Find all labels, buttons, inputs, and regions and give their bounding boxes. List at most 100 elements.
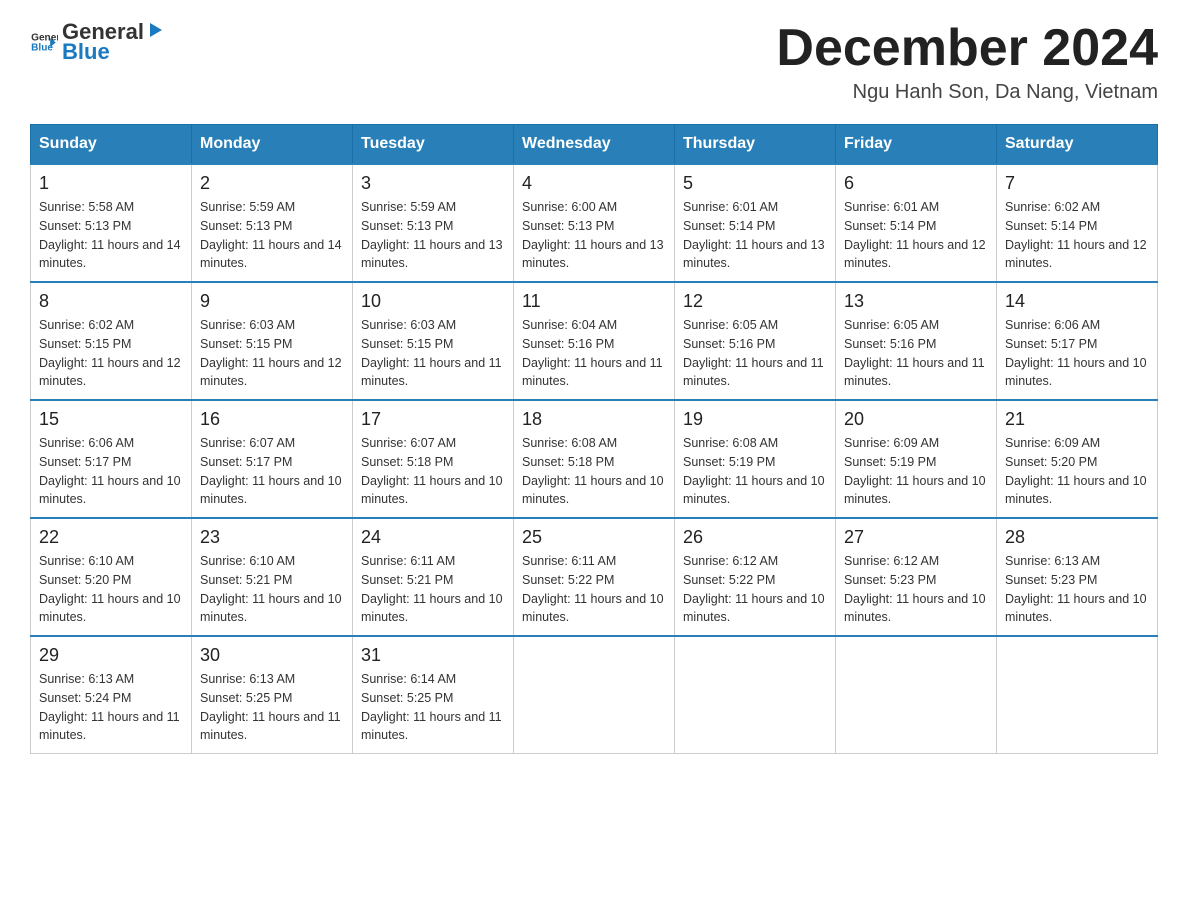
- day-info: Sunrise: 6:11 AMSunset: 5:21 PMDaylight:…: [361, 552, 505, 627]
- col-header-wednesday: Wednesday: [514, 125, 675, 165]
- logo-icon: General Blue: [30, 28, 58, 56]
- calendar-header: SundayMondayTuesdayWednesdayThursdayFrid…: [31, 125, 1158, 165]
- day-number: 4: [522, 173, 666, 194]
- day-info: Sunrise: 6:00 AMSunset: 5:13 PMDaylight:…: [522, 198, 666, 273]
- day-cell: 3 Sunrise: 5:59 AMSunset: 5:13 PMDayligh…: [353, 164, 514, 282]
- week-row-5: 29 Sunrise: 6:13 AMSunset: 5:24 PMDaylig…: [31, 636, 1158, 754]
- calendar-body: 1 Sunrise: 5:58 AMSunset: 5:13 PMDayligh…: [31, 164, 1158, 754]
- day-cell: 7 Sunrise: 6:02 AMSunset: 5:14 PMDayligh…: [997, 164, 1158, 282]
- day-info: Sunrise: 6:09 AMSunset: 5:20 PMDaylight:…: [1005, 434, 1149, 509]
- day-info: Sunrise: 6:05 AMSunset: 5:16 PMDaylight:…: [683, 316, 827, 391]
- day-info: Sunrise: 6:09 AMSunset: 5:19 PMDaylight:…: [844, 434, 988, 509]
- day-cell: 12 Sunrise: 6:05 AMSunset: 5:16 PMDaylig…: [675, 282, 836, 400]
- day-info: Sunrise: 6:13 AMSunset: 5:23 PMDaylight:…: [1005, 552, 1149, 627]
- day-info: Sunrise: 6:07 AMSunset: 5:17 PMDaylight:…: [200, 434, 344, 509]
- day-cell: 1 Sunrise: 5:58 AMSunset: 5:13 PMDayligh…: [31, 164, 192, 282]
- day-number: 28: [1005, 527, 1149, 548]
- day-info: Sunrise: 6:03 AMSunset: 5:15 PMDaylight:…: [200, 316, 344, 391]
- day-cell: 9 Sunrise: 6:03 AMSunset: 5:15 PMDayligh…: [192, 282, 353, 400]
- day-number: 19: [683, 409, 827, 430]
- day-info: Sunrise: 6:08 AMSunset: 5:19 PMDaylight:…: [683, 434, 827, 509]
- col-header-thursday: Thursday: [675, 125, 836, 165]
- day-number: 20: [844, 409, 988, 430]
- day-number: 6: [844, 173, 988, 194]
- day-number: 25: [522, 527, 666, 548]
- day-number: 10: [361, 291, 505, 312]
- day-cell: 2 Sunrise: 5:59 AMSunset: 5:13 PMDayligh…: [192, 164, 353, 282]
- day-cell: 11 Sunrise: 6:04 AMSunset: 5:16 PMDaylig…: [514, 282, 675, 400]
- day-cell: 21 Sunrise: 6:09 AMSunset: 5:20 PMDaylig…: [997, 400, 1158, 518]
- day-number: 29: [39, 645, 183, 666]
- day-cell: 27 Sunrise: 6:12 AMSunset: 5:23 PMDaylig…: [836, 518, 997, 636]
- day-cell: 10 Sunrise: 6:03 AMSunset: 5:15 PMDaylig…: [353, 282, 514, 400]
- day-number: 27: [844, 527, 988, 548]
- header-row: SundayMondayTuesdayWednesdayThursdayFrid…: [31, 125, 1158, 165]
- calendar-table: SundayMondayTuesdayWednesdayThursdayFrid…: [30, 124, 1158, 754]
- day-info: Sunrise: 6:07 AMSunset: 5:18 PMDaylight:…: [361, 434, 505, 509]
- day-number: 26: [683, 527, 827, 548]
- day-info: Sunrise: 6:12 AMSunset: 5:22 PMDaylight:…: [683, 552, 827, 627]
- day-cell: [836, 636, 997, 754]
- location-text: Ngu Hanh Son, Da Nang, Vietnam: [776, 81, 1158, 104]
- day-info: Sunrise: 6:02 AMSunset: 5:14 PMDaylight:…: [1005, 198, 1149, 273]
- day-cell: 28 Sunrise: 6:13 AMSunset: 5:23 PMDaylig…: [997, 518, 1158, 636]
- day-cell: 23 Sunrise: 6:10 AMSunset: 5:21 PMDaylig…: [192, 518, 353, 636]
- day-info: Sunrise: 6:10 AMSunset: 5:21 PMDaylight:…: [200, 552, 344, 627]
- day-number: 23: [200, 527, 344, 548]
- day-cell: 31 Sunrise: 6:14 AMSunset: 5:25 PMDaylig…: [353, 636, 514, 754]
- day-info: Sunrise: 6:06 AMSunset: 5:17 PMDaylight:…: [39, 434, 183, 509]
- col-header-friday: Friday: [836, 125, 997, 165]
- day-cell: 29 Sunrise: 6:13 AMSunset: 5:24 PMDaylig…: [31, 636, 192, 754]
- logo: General Blue General Blue: [30, 20, 166, 64]
- day-cell: 17 Sunrise: 6:07 AMSunset: 5:18 PMDaylig…: [353, 400, 514, 518]
- day-number: 16: [200, 409, 344, 430]
- day-cell: [997, 636, 1158, 754]
- day-info: Sunrise: 6:08 AMSunset: 5:18 PMDaylight:…: [522, 434, 666, 509]
- day-number: 15: [39, 409, 183, 430]
- day-number: 30: [200, 645, 344, 666]
- day-cell: 4 Sunrise: 6:00 AMSunset: 5:13 PMDayligh…: [514, 164, 675, 282]
- day-info: Sunrise: 6:01 AMSunset: 5:14 PMDaylight:…: [844, 198, 988, 273]
- day-cell: 19 Sunrise: 6:08 AMSunset: 5:19 PMDaylig…: [675, 400, 836, 518]
- day-number: 22: [39, 527, 183, 548]
- week-row-1: 1 Sunrise: 5:58 AMSunset: 5:13 PMDayligh…: [31, 164, 1158, 282]
- day-cell: 30 Sunrise: 6:13 AMSunset: 5:25 PMDaylig…: [192, 636, 353, 754]
- day-info: Sunrise: 6:03 AMSunset: 5:15 PMDaylight:…: [361, 316, 505, 391]
- day-number: 11: [522, 291, 666, 312]
- day-info: Sunrise: 5:59 AMSunset: 5:13 PMDaylight:…: [200, 198, 344, 273]
- day-number: 12: [683, 291, 827, 312]
- day-number: 14: [1005, 291, 1149, 312]
- day-number: 7: [1005, 173, 1149, 194]
- day-info: Sunrise: 6:12 AMSunset: 5:23 PMDaylight:…: [844, 552, 988, 627]
- day-number: 31: [361, 645, 505, 666]
- day-number: 13: [844, 291, 988, 312]
- day-number: 18: [522, 409, 666, 430]
- col-header-saturday: Saturday: [997, 125, 1158, 165]
- day-cell: 8 Sunrise: 6:02 AMSunset: 5:15 PMDayligh…: [31, 282, 192, 400]
- day-cell: 13 Sunrise: 6:05 AMSunset: 5:16 PMDaylig…: [836, 282, 997, 400]
- day-cell: 16 Sunrise: 6:07 AMSunset: 5:17 PMDaylig…: [192, 400, 353, 518]
- day-cell: [514, 636, 675, 754]
- col-header-monday: Monday: [192, 125, 353, 165]
- month-title: December 2024: [776, 20, 1158, 77]
- week-row-2: 8 Sunrise: 6:02 AMSunset: 5:15 PMDayligh…: [31, 282, 1158, 400]
- day-cell: 15 Sunrise: 6:06 AMSunset: 5:17 PMDaylig…: [31, 400, 192, 518]
- day-cell: 20 Sunrise: 6:09 AMSunset: 5:19 PMDaylig…: [836, 400, 997, 518]
- day-cell: 5 Sunrise: 6:01 AMSunset: 5:14 PMDayligh…: [675, 164, 836, 282]
- page-header: General Blue General Blue December 2024 …: [30, 20, 1158, 104]
- day-number: 9: [200, 291, 344, 312]
- svg-text:Blue: Blue: [31, 43, 53, 54]
- day-info: Sunrise: 6:11 AMSunset: 5:22 PMDaylight:…: [522, 552, 666, 627]
- title-section: December 2024 Ngu Hanh Son, Da Nang, Vie…: [776, 20, 1158, 104]
- day-info: Sunrise: 5:59 AMSunset: 5:13 PMDaylight:…: [361, 198, 505, 273]
- day-number: 5: [683, 173, 827, 194]
- day-cell: 26 Sunrise: 6:12 AMSunset: 5:22 PMDaylig…: [675, 518, 836, 636]
- week-row-3: 15 Sunrise: 6:06 AMSunset: 5:17 PMDaylig…: [31, 400, 1158, 518]
- day-info: Sunrise: 6:14 AMSunset: 5:25 PMDaylight:…: [361, 670, 505, 745]
- day-number: 21: [1005, 409, 1149, 430]
- day-number: 1: [39, 173, 183, 194]
- day-info: Sunrise: 6:05 AMSunset: 5:16 PMDaylight:…: [844, 316, 988, 391]
- day-number: 17: [361, 409, 505, 430]
- logo-arrow-icon: [146, 21, 166, 39]
- col-header-tuesday: Tuesday: [353, 125, 514, 165]
